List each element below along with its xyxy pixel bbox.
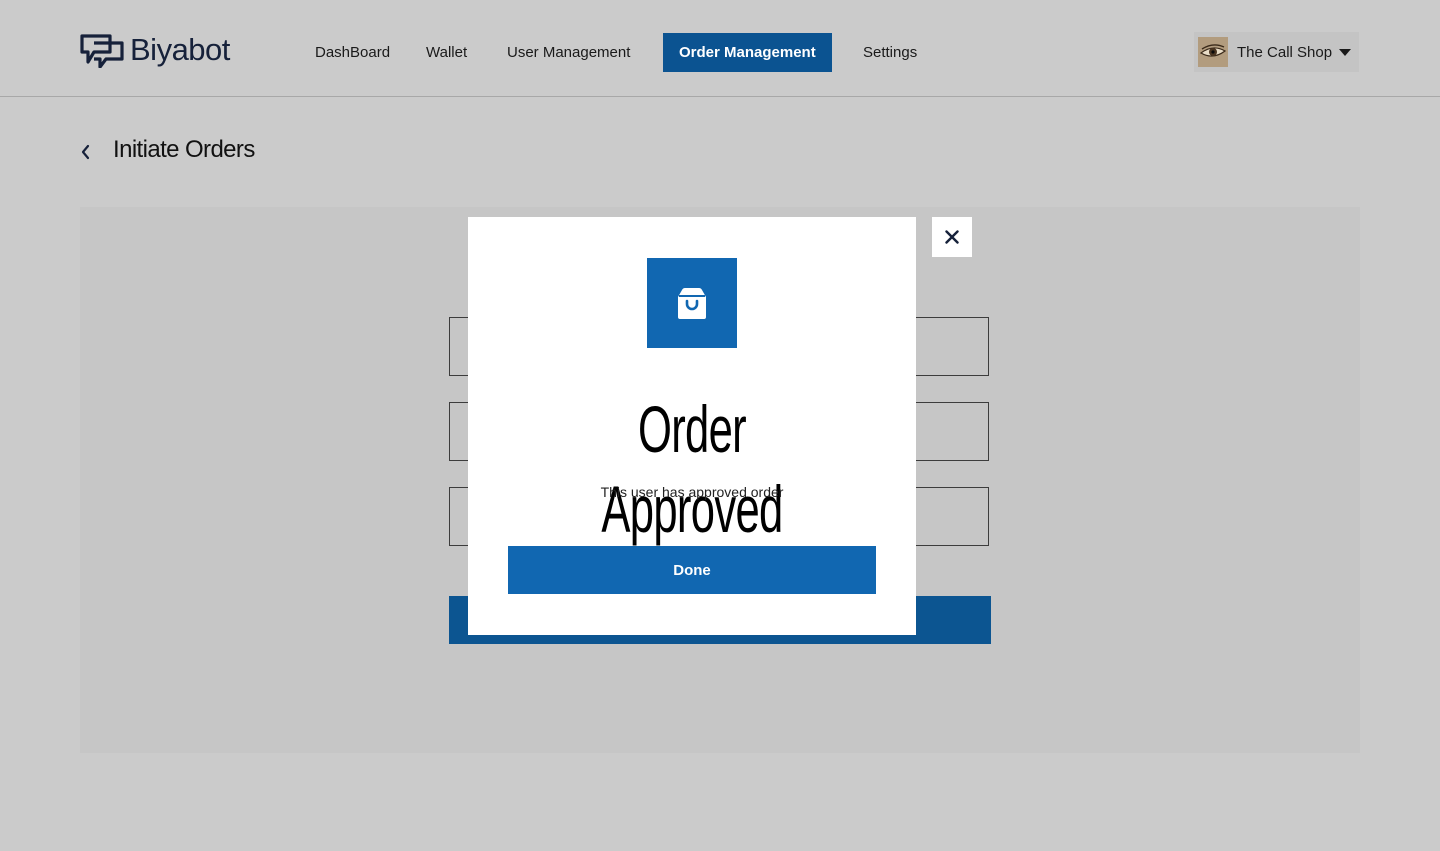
top-navbar: Biyabot DashBoard Wallet User Management… [0,0,1440,97]
chat-bubbles-logo-icon [80,34,124,68]
back-button[interactable] [78,141,96,163]
eye-avatar-image [1199,44,1227,57]
brand-logo[interactable]: Biyabot [80,32,230,68]
shopping-bag-icon [678,288,706,319]
chevron-left-icon [81,144,90,160]
close-button[interactable] [932,217,972,257]
modal-icon-tile [647,258,737,348]
brand-name: Biyabot [130,32,230,67]
user-avatar [1198,37,1228,67]
nav-wallet[interactable]: Wallet [426,33,467,72]
user-menu[interactable]: The Call Shop [1194,32,1359,72]
nav-order-management[interactable]: Order Management [663,33,832,72]
done-button[interactable]: Done [508,546,876,594]
modal-subtitle: This user has approved order [600,484,784,500]
shop-name: The Call Shop [1237,43,1333,61]
order-approved-modal: Order Approved This user has approved or… [468,217,916,635]
close-icon [945,230,959,244]
nav-dashboard[interactable]: DashBoard [315,33,390,72]
modal-title: Order Approved [601,392,783,546]
nav-settings[interactable]: Settings [863,33,917,72]
nav-user-management[interactable]: User Management [507,33,630,72]
caret-down-icon[interactable] [1339,49,1351,56]
page-title: Initiate Orders [113,136,255,163]
